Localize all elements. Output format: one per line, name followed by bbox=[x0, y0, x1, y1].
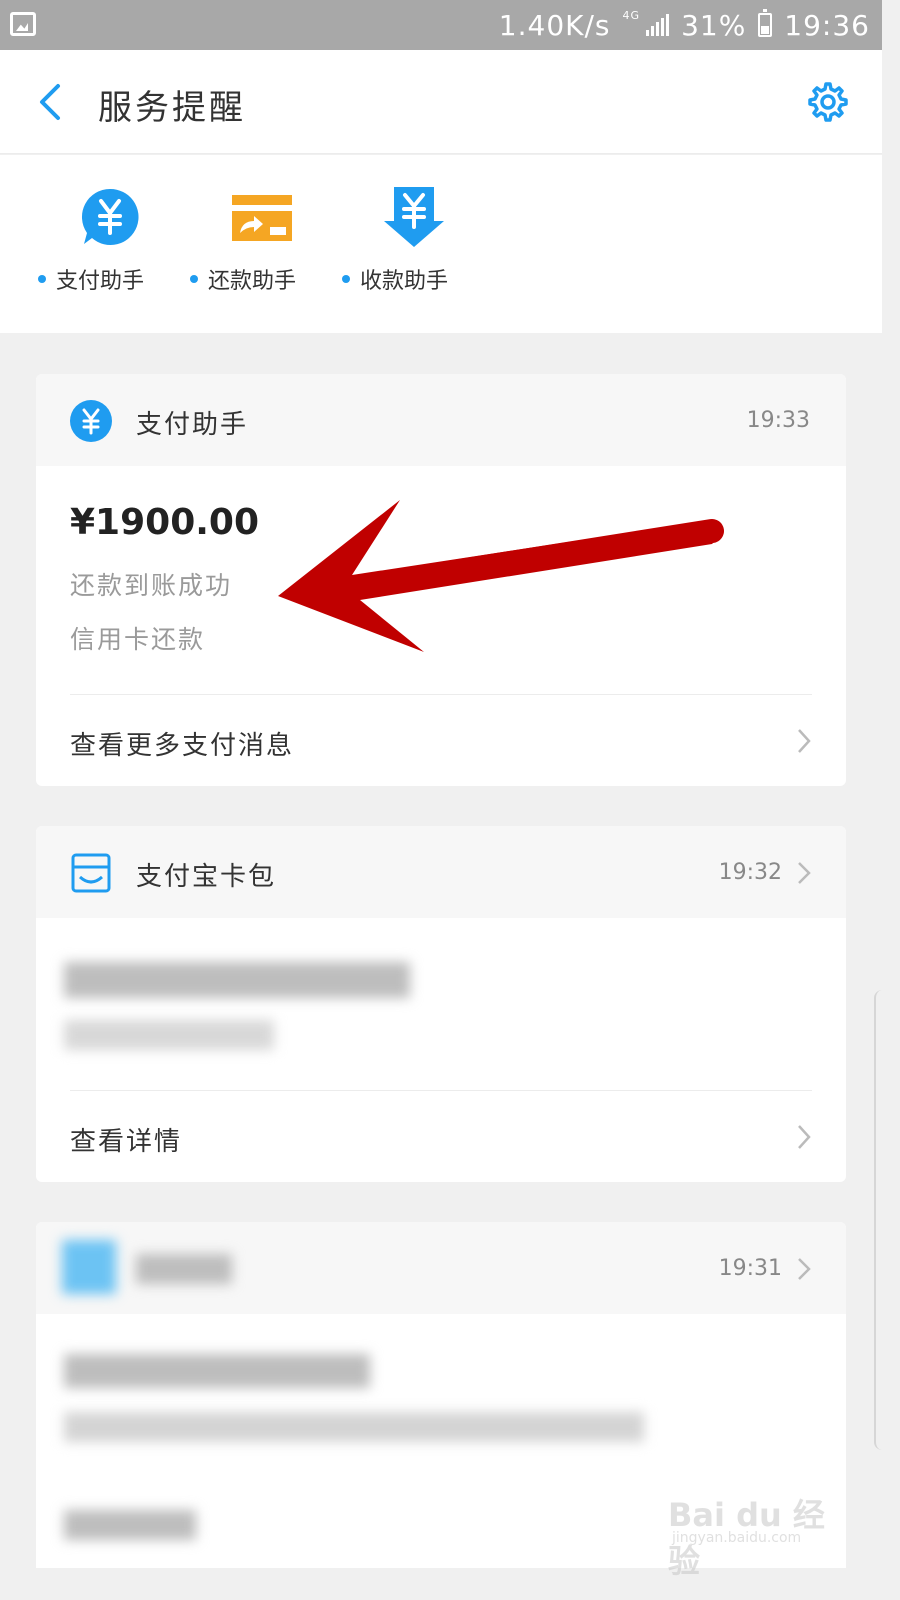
redacted-text bbox=[64, 1354, 370, 1388]
redacted-text bbox=[64, 1412, 644, 1442]
chevron-right-icon bbox=[798, 1125, 811, 1149]
page-title: 服务提醒 bbox=[98, 88, 246, 128]
watermark: Bai du 经验 jingyan.baidu.com bbox=[668, 1484, 838, 1580]
signal-icon bbox=[646, 14, 670, 36]
clock: 19:36 bbox=[784, 8, 870, 42]
redacted-icon bbox=[62, 1240, 116, 1294]
payment-status: 还款到账成功 bbox=[70, 571, 233, 600]
watermark-url: jingyan.baidu.com bbox=[672, 1530, 802, 1546]
yuan-bubble-icon bbox=[81, 188, 139, 245]
redacted-text bbox=[64, 1510, 196, 1540]
card-title: 支付助手 bbox=[136, 410, 249, 440]
payment-card-body: ¥1900.00 还款到账成功 信用卡还款 bbox=[36, 466, 846, 694]
quick-entry-payment-label: 支付助手 bbox=[38, 263, 144, 295]
card-wallet-icon bbox=[71, 853, 111, 893]
battery-percent: 31% bbox=[681, 8, 747, 42]
redacted-text bbox=[136, 1254, 232, 1284]
chevron-right-icon bbox=[798, 1258, 811, 1280]
card-title: 支付宝卡包 bbox=[136, 862, 277, 892]
status-right: 1.40K/s 4G 31% 19:36 bbox=[499, 8, 870, 42]
quick-entry-receive-label: 收款助手 bbox=[342, 263, 448, 295]
payment-type: 信用卡还款 bbox=[70, 625, 206, 654]
gallery-notification-icon bbox=[10, 12, 36, 36]
yuan-arrow-down-icon bbox=[384, 187, 444, 247]
quick-entry-label: 支付助手 bbox=[56, 269, 145, 294]
app-header: 服务提醒 bbox=[0, 50, 882, 154]
back-arrow-icon[interactable] bbox=[34, 82, 74, 122]
gear-icon[interactable] bbox=[804, 80, 848, 124]
payment-card[interactable]: 支付助手 19:33 ¥1900.00 还款到账成功 信用卡还款 查看更多支付消… bbox=[36, 374, 846, 786]
dot-icon bbox=[342, 275, 350, 283]
quick-entry-label: 还款助手 bbox=[208, 269, 297, 294]
battery-icon bbox=[758, 9, 773, 37]
wallet-card[interactable]: 支付宝卡包 19:32 查看详情 bbox=[36, 826, 846, 1182]
view-details-label: 查看详情 bbox=[70, 1127, 183, 1157]
quick-entry-repay-label: 还款助手 bbox=[190, 263, 296, 295]
wallet-card-header[interactable]: 支付宝卡包 19:32 bbox=[36, 826, 846, 918]
card-time: 19:31 bbox=[718, 1256, 782, 1281]
quick-entries: 支付助手 还款助手 收款助手 bbox=[0, 155, 882, 333]
wallet-card-body bbox=[36, 918, 846, 1090]
card-repay-icon bbox=[232, 195, 292, 241]
more-payments-link[interactable]: 查看更多支付消息 bbox=[70, 694, 812, 786]
more-payments-label: 查看更多支付消息 bbox=[70, 731, 295, 761]
chevron-right-icon bbox=[798, 862, 811, 884]
network-speed: 1.40K/s bbox=[498, 8, 611, 42]
quick-entry-label: 收款助手 bbox=[360, 269, 449, 294]
redacted-text bbox=[64, 1020, 274, 1050]
card-time: 19:33 bbox=[746, 408, 810, 433]
third-card-header[interactable]: 19:31 bbox=[36, 1222, 846, 1314]
dot-icon bbox=[38, 275, 46, 283]
scroll-indicator bbox=[874, 990, 882, 1450]
network-type: 4G bbox=[622, 9, 641, 22]
chevron-right-icon bbox=[798, 729, 811, 753]
redacted-text bbox=[64, 962, 410, 998]
yuan-circle-icon bbox=[70, 400, 112, 442]
view-details-link[interactable]: 查看详情 bbox=[70, 1090, 812, 1182]
dot-icon bbox=[190, 275, 198, 283]
payment-card-header: 支付助手 19:33 bbox=[36, 374, 846, 466]
status-bar: 1.40K/s 4G 31% 19:36 bbox=[0, 0, 882, 50]
card-time: 19:32 bbox=[718, 860, 782, 885]
payment-amount: ¥1900.00 bbox=[70, 502, 260, 543]
